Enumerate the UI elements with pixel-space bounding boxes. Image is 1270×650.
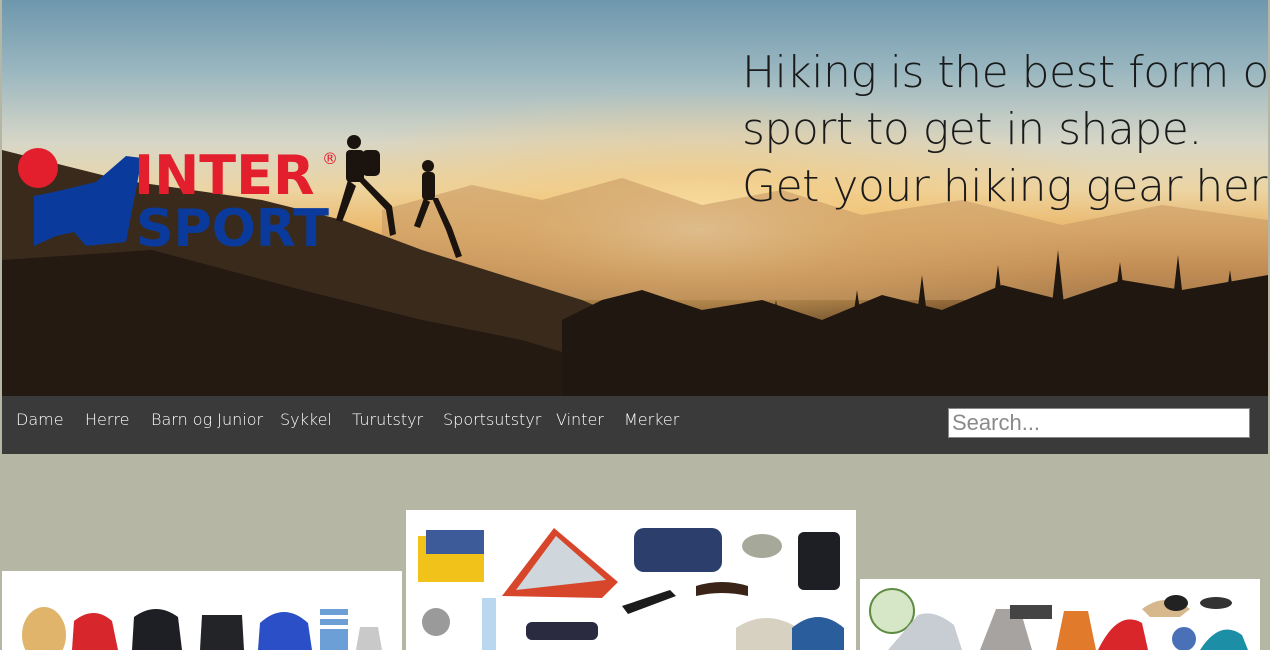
nav-item-barn-og-junior[interactable]: Barn og Junior	[151, 410, 263, 429]
main-navigation: Dame Herre Barn og Junior Sykkel Turutst…	[2, 396, 1268, 454]
hero-banner: INTER SPORT ® Hiking is the best form of…	[2, 0, 1268, 396]
camping-equipment-image	[869, 588, 1248, 650]
nav-item-herre[interactable]: Herre	[85, 410, 130, 429]
product-card-camping[interactable]	[860, 579, 1260, 650]
product-card-gear[interactable]	[406, 510, 856, 650]
logo-sport-text: SPORT	[136, 199, 329, 256]
nav-item-vinter[interactable]: Vinter	[556, 410, 604, 429]
registered-mark: ®	[322, 149, 338, 168]
nav-item-merker[interactable]: Merker	[624, 410, 679, 429]
hiking-clothing-image	[22, 607, 382, 650]
intersport-logo: INTER SPORT ®	[18, 146, 338, 256]
nav-item-turutstyr[interactable]: Turutstyr	[352, 410, 423, 429]
nav-item-sportsutstyr[interactable]: Sportsutstyr	[443, 410, 541, 429]
hero-headline: Hiking is the best form of sport to get …	[742, 44, 1268, 215]
headline-line: Hiking is the best form of	[742, 47, 1268, 98]
headline-line: Get your hiking gear here.	[742, 161, 1268, 212]
search-input[interactable]	[948, 408, 1250, 438]
hiking-gear-image	[418, 528, 844, 650]
nav-item-dame[interactable]: Dame	[16, 410, 64, 429]
headline-line: sport to get in shape.	[742, 104, 1202, 155]
product-card-clothing[interactable]	[2, 571, 402, 650]
logo-inter-text: INTER	[134, 146, 315, 207]
nav-item-sykkel[interactable]: Sykkel	[280, 410, 332, 429]
